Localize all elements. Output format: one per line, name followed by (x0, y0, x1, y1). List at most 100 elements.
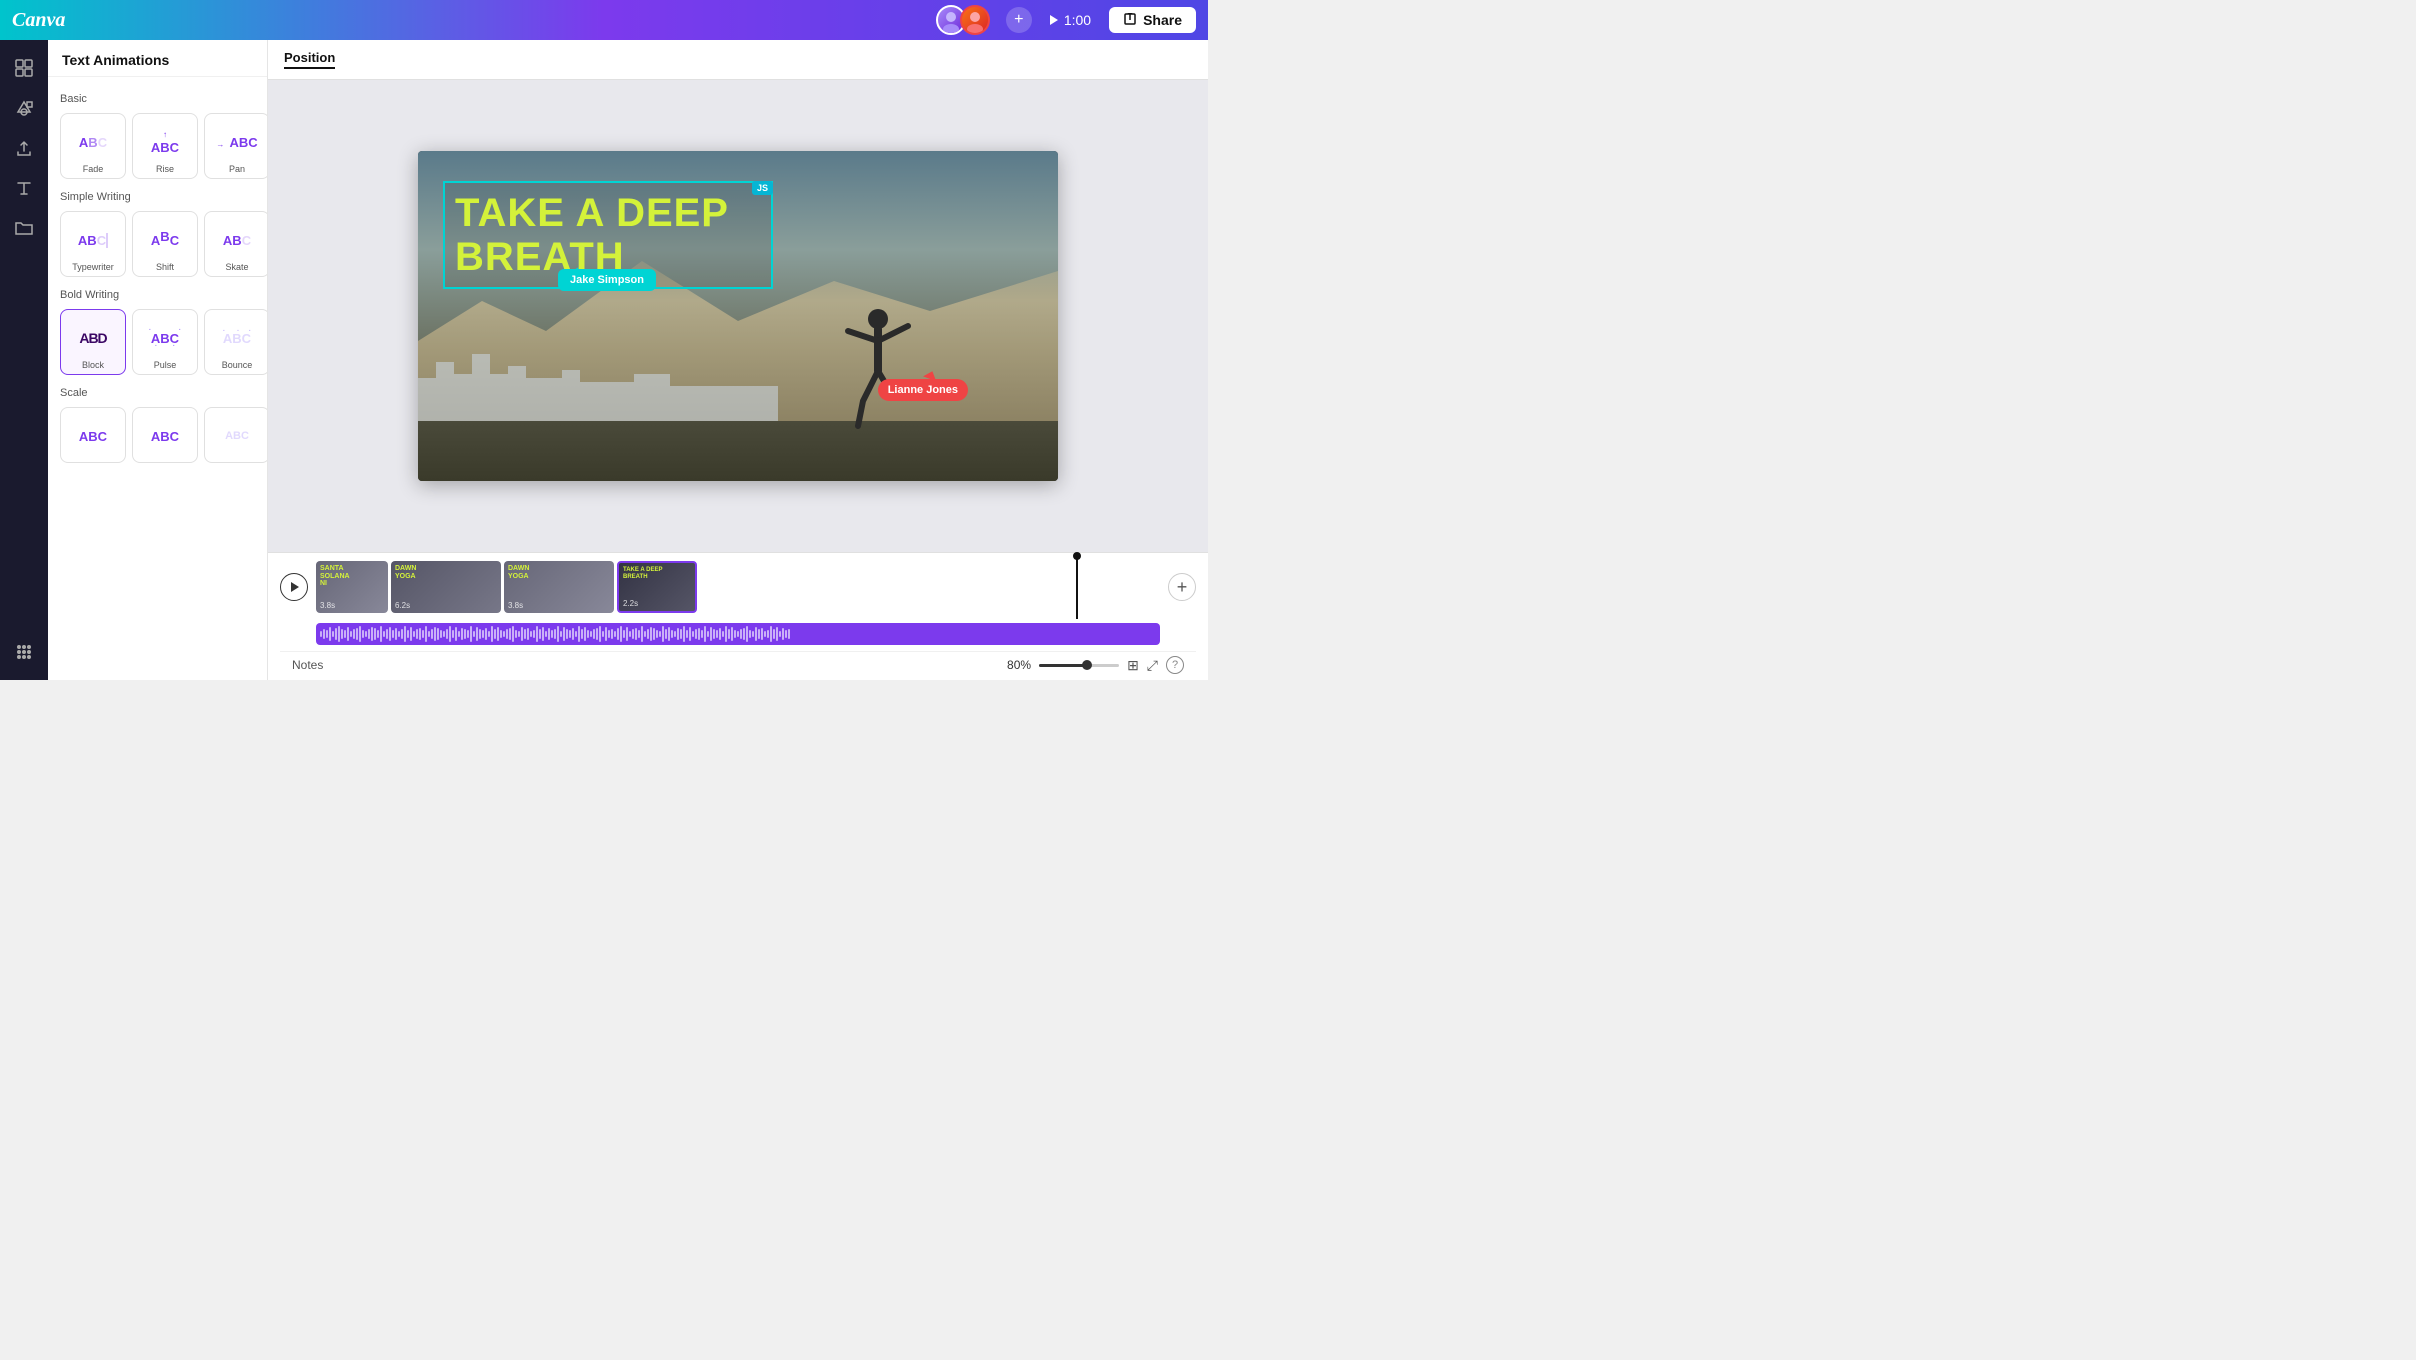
canvas-text: TAKE A DEEP BREATH (455, 191, 761, 279)
add-clip-button[interactable]: + (1168, 573, 1196, 601)
wave-bar (539, 629, 541, 639)
wave-bar (740, 629, 742, 639)
wave-bar (320, 631, 322, 637)
wave-bar (590, 631, 592, 637)
share-button[interactable]: Share (1109, 7, 1196, 33)
animation-scale1[interactable]: ABC (60, 407, 126, 463)
animation-bounce[interactable]: ABC · · · Bounce (204, 309, 268, 375)
help-button[interactable]: ? (1166, 656, 1184, 674)
animation-shift[interactable]: ABC Shift (132, 211, 198, 277)
wave-bar (428, 631, 430, 637)
wave-bar (659, 631, 661, 637)
audio-track[interactable] (316, 623, 1160, 645)
timeline-clip-3[interactable]: DAWNYOGA 3.8s (504, 561, 614, 613)
animation-scale3[interactable]: ABC (204, 407, 268, 463)
clip-1-duration: 3.8s (320, 601, 335, 610)
wave-bar (653, 628, 655, 640)
fade-label: Fade (83, 164, 104, 174)
animation-block[interactable]: ABD Block (60, 309, 126, 375)
avatar-group (936, 5, 990, 35)
animation-rise[interactable]: ↑ ABC Rise (132, 113, 198, 179)
typewriter-label: Typewriter (72, 262, 114, 272)
wave-bar (392, 630, 394, 638)
wave-bar (533, 630, 535, 638)
timeline-clip-4[interactable]: TAKE A DEEPBREATH 2.2s (617, 561, 697, 613)
wave-bar (365, 631, 367, 637)
header-right: + 1:00 Share (936, 5, 1196, 35)
wave-bar (362, 630, 364, 638)
wave-bar (476, 627, 478, 641)
wave-bar (329, 627, 331, 641)
notes-label[interactable]: Notes (292, 658, 323, 672)
timeline-play-button[interactable] (280, 573, 308, 601)
wave-bar (527, 628, 529, 640)
scale-grid: ABC ABC ABC (60, 407, 255, 463)
wave-bar (407, 630, 409, 638)
wave-bar (569, 630, 571, 638)
sidebar-item-apps[interactable] (6, 634, 42, 670)
animation-fade[interactable]: ABC Fade (60, 113, 126, 179)
wave-bar (668, 627, 670, 641)
avatar-user2[interactable] (960, 5, 990, 35)
wave-bar (623, 630, 625, 638)
wave-bar (692, 631, 694, 637)
wave-bar (470, 626, 472, 642)
wave-bar (524, 629, 526, 639)
wave-bar (410, 627, 412, 641)
sidebar-item-templates[interactable] (6, 50, 42, 86)
wave-bar (722, 631, 724, 637)
bounce-label: Bounce (222, 360, 253, 370)
tab-position[interactable]: Position (284, 50, 335, 69)
animation-skate[interactable]: ABC Skate (204, 211, 268, 277)
sidebar-item-uploads[interactable] (6, 130, 42, 166)
typewriter-preview: ABC (65, 220, 121, 260)
wave-bar (353, 629, 355, 639)
add-collaborator-button[interactable]: + (1006, 7, 1032, 33)
wave-bar (680, 629, 682, 639)
wave-bar (629, 631, 631, 637)
wave-bar (503, 631, 505, 637)
animation-pan[interactable]: → ABC Pan (204, 113, 268, 179)
bold-writing-grid: ABD Block ABC · · · · Pu (60, 309, 255, 375)
wave-bar (695, 629, 697, 639)
wave-bar (761, 628, 763, 640)
wave-bar (494, 629, 496, 639)
wave-bar (752, 631, 754, 637)
expand-icon[interactable]: ⤢ (1147, 657, 1158, 674)
play-timer-button[interactable]: 1:00 (1042, 8, 1099, 32)
animation-scale2[interactable]: ABC (132, 407, 198, 463)
main-area: Position (268, 40, 1208, 680)
wave-bar (440, 630, 442, 638)
header: Canva + 1:00 (0, 0, 1208, 40)
sidebar-item-text[interactable] (6, 170, 42, 206)
sidebar-item-folders[interactable] (6, 210, 42, 246)
wave-bar (563, 627, 565, 641)
wave-bar (617, 628, 619, 640)
timeline-clip-1[interactable]: SANTASOLANANI 3.8s (316, 561, 388, 613)
wave-bar (671, 630, 673, 638)
wave-bar (509, 628, 511, 640)
wave-bar (737, 631, 739, 637)
wave-bar (578, 626, 580, 642)
fit-view-icon[interactable]: ⊞ (1127, 657, 1139, 674)
wave-bar (482, 630, 484, 638)
zoom-slider[interactable] (1039, 664, 1119, 667)
timeline-clip-2[interactable]: DAWNYOGA 6.2s (391, 561, 501, 613)
wave-bar (395, 628, 397, 640)
animation-pulse[interactable]: ABC · · · · Pulse (132, 309, 198, 375)
wave-bar (416, 629, 418, 639)
canvas-frame[interactable]: JS TAKE A DEEP BREATH Lianne Jones Jake … (418, 151, 1058, 481)
wave-bar (383, 631, 385, 637)
zoom-controls: 80% ⊞ ⤢ ? (1007, 656, 1184, 674)
wave-bar (413, 631, 415, 637)
wave-bar (443, 631, 445, 637)
wave-bar (566, 629, 568, 639)
sidebar-item-elements[interactable] (6, 90, 42, 126)
pan-preview: → ABC (209, 122, 265, 162)
wave-bar (461, 628, 463, 640)
timeline-area: SANTASOLANANI 3.8s DAWNYOGA 6.2s DAWNYOG… (268, 552, 1208, 680)
wave-bar (554, 629, 556, 639)
collaborator-tooltip-jake: Jake Simpson (558, 269, 656, 291)
animation-typewriter[interactable]: ABC Typewriter (60, 211, 126, 277)
wave-bar (758, 629, 760, 639)
